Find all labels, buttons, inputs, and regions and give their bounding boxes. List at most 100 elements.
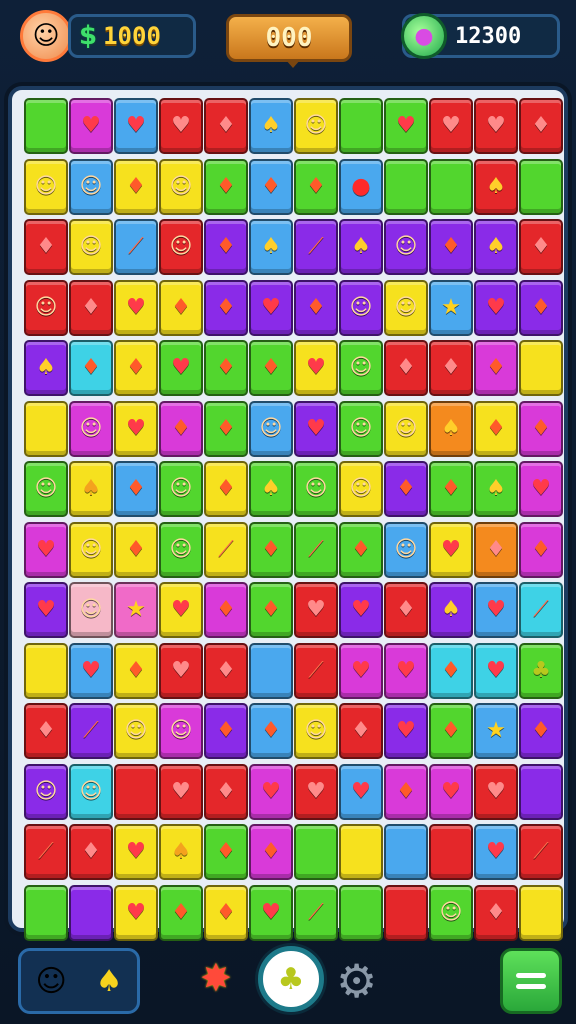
tile[interactable]: ♠ bbox=[24, 340, 68, 396]
tile[interactable] bbox=[24, 642, 68, 699]
tile[interactable]: ♠ bbox=[429, 582, 473, 638]
tile[interactable]: ♦ bbox=[519, 279, 563, 336]
tile[interactable]: ♥ bbox=[69, 98, 113, 154]
tile[interactable]: ♥ bbox=[384, 642, 428, 699]
tile[interactable]: ⟋ bbox=[204, 521, 248, 578]
tile[interactable]: ★ bbox=[114, 582, 158, 638]
tile[interactable]: ● bbox=[339, 158, 383, 215]
tile[interactable]: ♦ bbox=[204, 279, 248, 336]
tile[interactable]: ♦ bbox=[204, 642, 248, 699]
tile[interactable]: ♠ bbox=[159, 824, 203, 880]
tile[interactable]: ☺ bbox=[339, 461, 383, 517]
tile[interactable]: ♦ bbox=[384, 763, 428, 820]
player-avatar[interactable]: ☺ bbox=[20, 10, 72, 62]
tile[interactable]: ⟋ bbox=[294, 219, 338, 275]
tile[interactable]: ♥ bbox=[114, 279, 158, 336]
tile[interactable]: ♥ bbox=[474, 824, 518, 880]
tile[interactable]: ♥ bbox=[159, 582, 203, 638]
tile[interactable]: ♦ bbox=[114, 642, 158, 699]
tile[interactable]: ☺ bbox=[114, 703, 158, 759]
tile[interactable]: ♦ bbox=[249, 340, 293, 396]
gem-counter[interactable]: ● 12300 bbox=[401, 13, 560, 59]
tile[interactable]: ♣ bbox=[519, 642, 563, 699]
tile[interactable]: ♠ bbox=[249, 219, 293, 275]
tile[interactable] bbox=[249, 642, 293, 699]
tile[interactable]: ♥ bbox=[114, 884, 158, 941]
tile[interactable]: ♥ bbox=[69, 642, 113, 699]
tile[interactable]: ⟋ bbox=[114, 219, 158, 275]
tile[interactable]: ♦ bbox=[204, 582, 248, 638]
tile[interactable]: ♦ bbox=[204, 824, 248, 880]
tile[interactable]: ☺ bbox=[69, 400, 113, 457]
tile[interactable] bbox=[294, 824, 338, 880]
tile[interactable]: ♦ bbox=[249, 521, 293, 578]
tile[interactable]: ♦ bbox=[474, 340, 518, 396]
tile[interactable] bbox=[519, 158, 563, 215]
tile[interactable]: ♦ bbox=[474, 400, 518, 457]
tile[interactable]: ♦ bbox=[339, 521, 383, 578]
tile[interactable]: ♦ bbox=[69, 340, 113, 396]
tile[interactable]: ☺ bbox=[384, 279, 428, 336]
tile[interactable] bbox=[429, 158, 473, 215]
tile[interactable]: ☺ bbox=[24, 158, 68, 215]
tile[interactable]: ♥ bbox=[474, 763, 518, 820]
tile[interactable]: ♥ bbox=[249, 279, 293, 336]
tile[interactable]: ♠ bbox=[249, 98, 293, 154]
tile[interactable]: ☺ bbox=[159, 461, 203, 517]
tile[interactable]: ☺ bbox=[69, 158, 113, 215]
tile[interactable]: ♦ bbox=[114, 521, 158, 578]
tile[interactable]: ♥ bbox=[474, 642, 518, 699]
character-icon[interactable]: ☺ bbox=[35, 964, 66, 999]
tile[interactable]: ♥ bbox=[114, 400, 158, 457]
tile[interactable] bbox=[24, 884, 68, 941]
tile[interactable]: ☺ bbox=[249, 400, 293, 457]
tile[interactable]: ♦ bbox=[69, 824, 113, 880]
tile[interactable]: ♥ bbox=[429, 521, 473, 578]
tile[interactable]: ♥ bbox=[474, 98, 518, 154]
bell-booster-icon[interactable]: ♠ bbox=[96, 964, 123, 999]
tile[interactable]: ♦ bbox=[159, 279, 203, 336]
tile[interactable]: ♥ bbox=[159, 340, 203, 396]
tile[interactable]: ⟋ bbox=[294, 884, 338, 941]
tile[interactable]: ☺ bbox=[384, 219, 428, 275]
tile[interactable]: ♥ bbox=[474, 582, 518, 638]
tile[interactable]: ♦ bbox=[249, 703, 293, 759]
tile[interactable]: ☺ bbox=[24, 461, 68, 517]
tile[interactable] bbox=[24, 98, 68, 154]
tile[interactable]: ♦ bbox=[204, 763, 248, 820]
tile[interactable] bbox=[519, 340, 563, 396]
settings-gear-icon[interactable]: ⚙ bbox=[336, 954, 377, 1008]
tile[interactable] bbox=[384, 824, 428, 880]
tile[interactable]: ♦ bbox=[294, 158, 338, 215]
tile[interactable]: ♥ bbox=[249, 763, 293, 820]
tile[interactable]: ♦ bbox=[384, 461, 428, 517]
tile[interactable]: ★ bbox=[474, 703, 518, 759]
tile[interactable]: ♦ bbox=[204, 400, 248, 457]
tile[interactable]: ♥ bbox=[339, 582, 383, 638]
tile[interactable]: ♥ bbox=[159, 98, 203, 154]
tile[interactable]: ⟋ bbox=[519, 582, 563, 638]
tile[interactable]: ☺ bbox=[429, 884, 473, 941]
tile[interactable]: ☺ bbox=[69, 219, 113, 275]
tile[interactable]: ☺ bbox=[24, 279, 68, 336]
tile[interactable]: ⟋ bbox=[294, 521, 338, 578]
tile[interactable]: ♦ bbox=[519, 98, 563, 154]
tile[interactable]: ♠ bbox=[474, 219, 518, 275]
tile[interactable] bbox=[384, 158, 428, 215]
tile[interactable] bbox=[519, 884, 563, 941]
tile[interactable] bbox=[339, 98, 383, 154]
tile[interactable]: ♥ bbox=[159, 642, 203, 699]
tile[interactable]: ♦ bbox=[249, 824, 293, 880]
tile[interactable]: ⟋ bbox=[294, 642, 338, 699]
tile[interactable]: ♥ bbox=[114, 98, 158, 154]
tile[interactable]: ♦ bbox=[429, 703, 473, 759]
tile[interactable]: ♦ bbox=[204, 158, 248, 215]
tile[interactable]: ♥ bbox=[159, 763, 203, 820]
tile[interactable]: ♥ bbox=[114, 824, 158, 880]
tile[interactable]: ♦ bbox=[519, 219, 563, 275]
tile[interactable]: ♦ bbox=[474, 884, 518, 941]
tile[interactable] bbox=[24, 400, 68, 457]
tile[interactable]: ♦ bbox=[384, 582, 428, 638]
tile[interactable]: ♦ bbox=[204, 219, 248, 275]
tile[interactable]: ☺ bbox=[159, 703, 203, 759]
